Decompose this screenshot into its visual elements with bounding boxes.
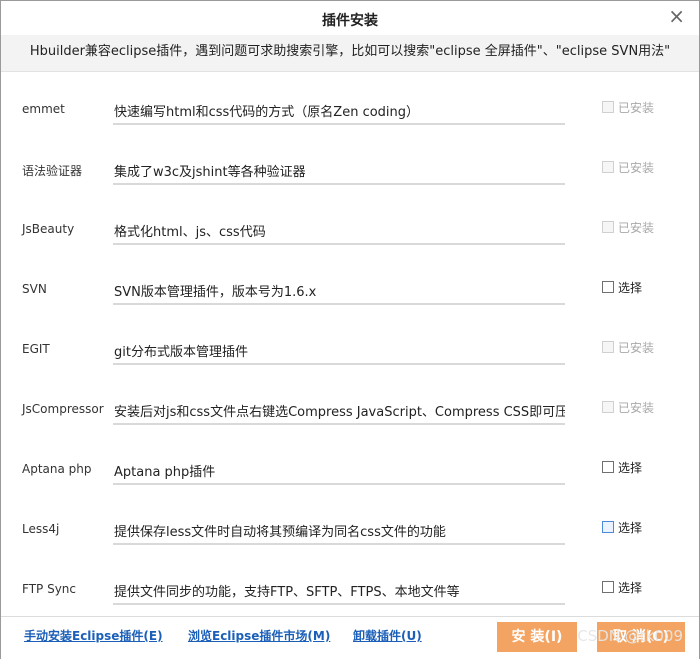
plugin-list: emmet 快速编写html和css代码的方式（原名Zen coding） 已安装语… xyxy=(1,72,699,616)
checkbox-icon[interactable] xyxy=(602,581,614,593)
plugin-status-label: 已安装 xyxy=(618,401,655,415)
plugin-row: FTP Sync 提供文件同步的功能，支持FTP、SFTP、FTPS、本地文件等 选… xyxy=(1,561,699,621)
close-icon[interactable]: × xyxy=(668,6,685,26)
info-bar: Hbuilder兼容eclipse插件，遇到问题可求助搜索引擎，比如可以搜索"e… xyxy=(1,35,699,72)
plugin-status-checkbox: 已安装 xyxy=(602,99,654,116)
plugin-status-label: 选择 xyxy=(618,281,643,295)
plugin-description: 快速编写html和css代码的方式（原名Zen coding） xyxy=(113,101,565,125)
plugin-row: Aptana php Aptana php插件 选择 xyxy=(1,441,699,501)
plugin-row: 语法验证器 集成了w3c及jshint等各种验证器 已安装 xyxy=(1,141,699,201)
plugin-name: EGIT xyxy=(22,342,50,356)
plugin-row: JsBeauty 格式化html、js、css代码 已安装 xyxy=(1,201,699,261)
plugin-description: 提供文件同步的功能，支持FTP、SFTP、FTPS、本地文件等 xyxy=(113,581,565,605)
plugin-name: JsCompressor xyxy=(22,402,104,416)
plugin-status-label: 已安装 xyxy=(618,221,655,235)
plugin-status-checkbox[interactable]: 选择 xyxy=(602,579,642,596)
plugin-status-checkbox: 已安装 xyxy=(602,339,654,356)
info-text: Hbuilder兼容eclipse插件，遇到问题可求助搜索引擎，比如可以搜索"e… xyxy=(29,44,671,59)
checkbox-icon[interactable] xyxy=(602,461,614,473)
plugin-status-checkbox[interactable]: 选择 xyxy=(602,279,642,296)
plugin-row: emmet 快速编写html和css代码的方式（原名Zen coding） 已安装 xyxy=(1,81,699,141)
plugin-name: emmet xyxy=(22,102,65,116)
plugin-row: SVN SVN版本管理插件，版本号为1.6.x 选择 xyxy=(1,261,699,321)
plugin-name: Less4j xyxy=(22,522,60,536)
plugin-description: 安装后对js和css文件点右键选Compress JavaScript、Comp… xyxy=(113,401,565,425)
plugin-name: Aptana php xyxy=(22,462,92,476)
plugin-install-dialog: 插件安装 × Hbuilder兼容eclipse插件，遇到问题可求助搜索引擎，比… xyxy=(0,0,700,659)
plugin-status-label: 已安装 xyxy=(618,161,655,175)
title-bar: 插件安装 × xyxy=(1,1,699,35)
plugin-name: JsBeauty xyxy=(22,222,75,236)
plugin-name: FTP Sync xyxy=(22,582,76,596)
uninstall-link[interactable]: 卸载插件(U) xyxy=(353,627,422,644)
checkbox-icon[interactable] xyxy=(602,281,614,293)
manual-install-link[interactable]: 手动安装Eclipse插件(E) xyxy=(24,627,163,644)
plugin-row: Less4j 提供保存less文件时自动将其预编译为同名css文件的功能 选择 xyxy=(1,501,699,561)
checkbox-icon xyxy=(602,101,614,113)
plugin-status-checkbox: 已安装 xyxy=(602,219,654,236)
checkbox-icon xyxy=(602,221,614,233)
plugin-status-checkbox[interactable]: 选择 xyxy=(602,519,642,536)
plugin-status-checkbox: 已安装 xyxy=(602,159,654,176)
plugin-status-label: 已安装 xyxy=(618,101,655,115)
watermark: CSDN @tk009 xyxy=(577,627,683,645)
plugin-row: JsCompressor 安装后对js和css文件点右键选Compress Jav… xyxy=(1,381,699,441)
plugin-status-checkbox[interactable]: 选择 xyxy=(602,459,642,476)
plugin-status-label: 选择 xyxy=(618,521,643,535)
plugin-status-label: 选择 xyxy=(618,461,643,475)
checkbox-icon xyxy=(602,401,614,413)
plugin-name: 语法验证器 xyxy=(22,164,83,178)
plugin-description: git分布式版本管理插件 xyxy=(113,341,565,365)
plugin-description: 格式化html、js、css代码 xyxy=(113,221,565,245)
plugin-status-label: 选择 xyxy=(618,581,643,595)
checkbox-icon[interactable] xyxy=(602,521,614,533)
plugin-description: 集成了w3c及jshint等各种验证器 xyxy=(113,161,565,185)
browse-market-link[interactable]: 浏览Eclipse插件市场(M) xyxy=(188,627,330,644)
plugin-description: 提供保存less文件时自动将其预编译为同名css文件的功能 xyxy=(113,521,565,545)
install-button[interactable]: 安 装(I) xyxy=(497,622,577,652)
plugin-description: SVN版本管理插件，版本号为1.6.x xyxy=(113,281,565,305)
plugin-name: SVN xyxy=(22,282,47,296)
checkbox-icon xyxy=(602,341,614,353)
plugin-description: Aptana php插件 xyxy=(113,461,565,485)
dialog-title: 插件安装 xyxy=(322,13,378,29)
checkbox-icon xyxy=(602,161,614,173)
plugin-status-label: 已安装 xyxy=(618,341,655,355)
plugin-status-checkbox: 已安装 xyxy=(602,399,654,416)
plugin-row: EGIT git分布式版本管理插件 已安装 xyxy=(1,321,699,381)
